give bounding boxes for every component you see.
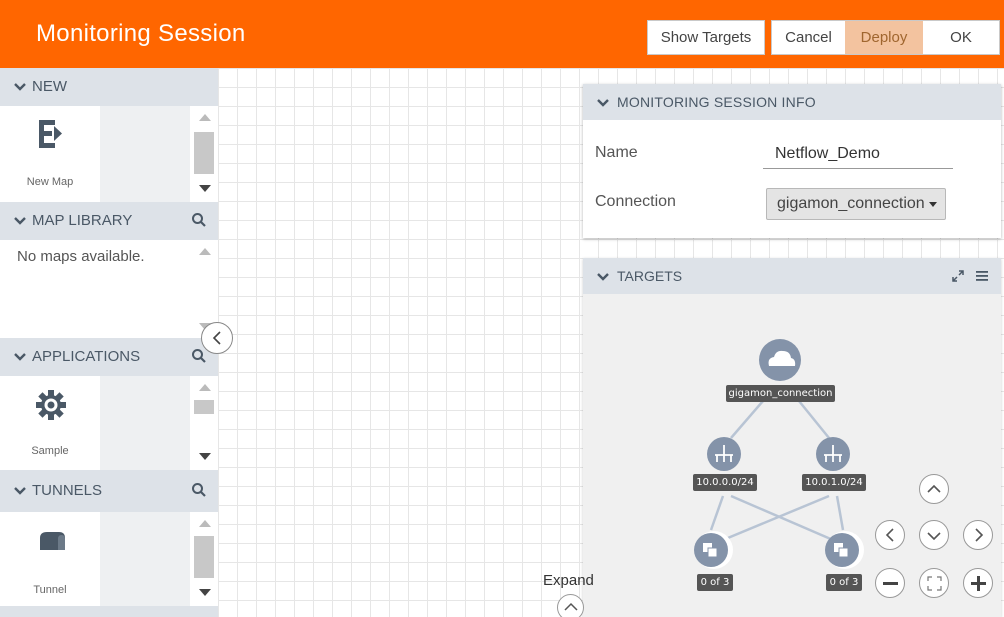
section-applications-label: APPLICATIONS (32, 348, 141, 365)
connection-select-value: gigamon_connection (777, 195, 925, 212)
show-targets-button[interactable]: Show Targets (647, 20, 765, 55)
info-panel-title: MONITORING SESSION INFO (617, 94, 816, 110)
tile-placeholder (100, 512, 190, 606)
group-count-label: 0 of 3 (697, 574, 733, 591)
sidebar-collapse-button[interactable] (201, 322, 233, 354)
section-new-body: New Map (0, 106, 218, 202)
deploy-button[interactable]: Deploy (845, 20, 923, 55)
connection-select[interactable]: gigamon_connection (766, 188, 946, 220)
sidebar: NEW New Map MAP LIBRARY No maps availabl… (0, 68, 218, 617)
expand-button[interactable] (557, 594, 584, 617)
tile-placeholder (100, 376, 190, 470)
zoom-in-button[interactable] (963, 568, 993, 598)
minus-icon (883, 582, 898, 585)
scroll-down-arrow[interactable] (199, 453, 211, 460)
scroll-up-arrow[interactable] (199, 248, 211, 255)
header-bar: Monitoring Session Show Targets Cancel D… (0, 0, 1004, 68)
topology-link (730, 400, 764, 439)
search-icon[interactable] (191, 212, 207, 228)
chevron-up-icon (927, 484, 941, 493)
new-scrollbar[interactable] (191, 106, 218, 202)
chevron-down-icon (597, 99, 609, 107)
name-label: Name (595, 144, 638, 161)
tunnels-scrollbar[interactable] (191, 512, 218, 606)
pan-left-button[interactable] (875, 520, 905, 550)
chevron-left-icon (885, 528, 894, 542)
targets-panel: TARGETS gigamon_connection 10.0.0.0/24 1… (583, 258, 1001, 617)
tunnel-icon (40, 532, 65, 550)
applications-scrollbar[interactable] (191, 376, 218, 470)
subnet-label: 10.0.1.0/24 (802, 474, 866, 491)
scroll-up-arrow[interactable] (199, 520, 211, 527)
topology-links (709, 400, 845, 542)
scroll-thumb[interactable] (194, 400, 214, 414)
section-applications-header[interactable]: APPLICATIONS (0, 338, 218, 374)
chevron-down-icon (14, 217, 26, 225)
sample-app-label: Sample (31, 445, 69, 457)
monitoring-session-info-panel: MONITORING SESSION INFO Name Netflow_Dem… (583, 84, 1001, 238)
section-map-library-label: MAP LIBRARY (32, 212, 133, 229)
connection-node-label: gigamon_connection (726, 385, 835, 402)
section-new-header[interactable]: NEW (0, 68, 218, 104)
expand-label: Expand (543, 572, 594, 589)
section-map-library-header[interactable]: MAP LIBRARY (0, 202, 218, 238)
search-icon[interactable] (191, 482, 207, 498)
dropdown-arrow-icon (929, 202, 937, 207)
scroll-down-arrow[interactable] (199, 589, 211, 596)
scroll-down-arrow[interactable] (199, 185, 211, 192)
chevron-right-icon (975, 528, 984, 542)
pan-right-button[interactable] (963, 520, 993, 550)
name-field[interactable]: Netflow_Demo (763, 145, 953, 169)
new-map-icon (39, 120, 62, 148)
info-panel-header[interactable]: MONITORING SESSION INFO (583, 84, 1001, 120)
scroll-thumb[interactable] (194, 132, 214, 174)
subnet-label: 10.0.0.0/24 (693, 474, 757, 491)
new-map-tile[interactable]: New Map (0, 106, 100, 202)
chevron-down-icon (14, 487, 26, 495)
group-count-label: 0 of 3 (826, 574, 862, 591)
section-new-label: NEW (32, 78, 67, 95)
page-title: Monitoring Session (36, 20, 246, 47)
tunnel-tile[interactable]: Tunnel (0, 512, 100, 606)
gear-icon (36, 390, 66, 420)
section-tunnels-label: TUNNELS (32, 482, 103, 499)
chevron-down-icon (14, 83, 26, 91)
pan-up-button[interactable] (919, 474, 949, 504)
topology-link (835, 495, 845, 531)
tile-placeholder (100, 106, 190, 202)
fit-screen-icon (927, 576, 942, 591)
no-maps-text: No maps available. (17, 248, 145, 265)
plus-icon (971, 576, 986, 591)
zoom-out-button[interactable] (875, 568, 905, 598)
tunnel-label: Tunnel (33, 584, 67, 596)
chevron-up-icon (564, 602, 578, 611)
section-applications-body: Sample (0, 376, 218, 470)
scroll-up-arrow[interactable] (199, 114, 211, 121)
connection-label: Connection (595, 193, 676, 210)
pan-down-button[interactable] (919, 520, 949, 550)
topology-link (709, 495, 725, 531)
new-map-label: New Map (26, 176, 74, 188)
chevron-left-icon (212, 331, 221, 345)
topology-link (730, 494, 834, 542)
cancel-button[interactable]: Cancel (771, 20, 845, 55)
chevron-down-icon (927, 532, 941, 541)
fit-view-button[interactable] (919, 568, 949, 598)
topology-link (722, 494, 830, 542)
section-tunnels-header[interactable]: TUNNELS (0, 472, 218, 508)
chevron-down-icon (14, 353, 26, 361)
section-map-library-body: No maps available. (0, 240, 218, 340)
topology-graph (694, 339, 864, 569)
scroll-up-arrow[interactable] (199, 384, 211, 391)
search-icon[interactable] (191, 348, 207, 364)
topology-link (798, 400, 830, 439)
scroll-thumb[interactable] (194, 536, 214, 578)
section-tunnels-body: Tunnel (0, 512, 218, 606)
ok-button[interactable]: OK (923, 20, 1000, 55)
sample-app-tile[interactable]: Sample (0, 376, 100, 470)
